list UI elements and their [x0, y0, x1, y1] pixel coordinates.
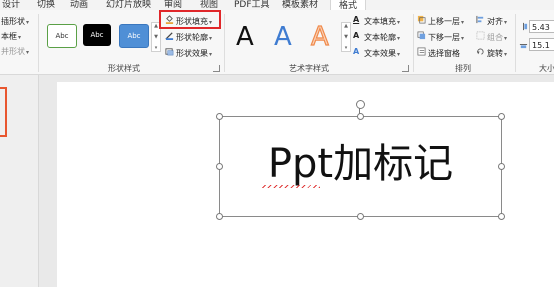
- tab-slideshow[interactable]: 幻灯片放映: [106, 0, 151, 10]
- rotate-icon: [476, 48, 484, 55]
- group-button[interactable]: 组合▾: [487, 32, 507, 43]
- resize-handle-top-left[interactable]: [216, 113, 223, 120]
- height-input[interactable]: 5.43: [529, 20, 554, 33]
- tab-format[interactable]: 格式: [330, 0, 367, 10]
- shape-style-blue[interactable]: Abc: [119, 24, 149, 48]
- resize-handle-bottom-left[interactable]: [216, 213, 223, 220]
- text-box-content[interactable]: Ppt加标记: [219, 140, 502, 188]
- wordart-style-orange[interactable]: A: [310, 23, 329, 50]
- resize-handle-top[interactable]: [357, 113, 364, 120]
- wordart-style-blue[interactable]: A: [274, 24, 292, 50]
- group-separator: [38, 14, 39, 72]
- selection-pane-button[interactable]: 选择窗格: [428, 48, 460, 59]
- wordart-styles-group-label: 艺术字样式: [289, 64, 329, 73]
- shape-effects-icon: [165, 48, 174, 56]
- shape-styles-group-label: 形状样式: [108, 64, 140, 73]
- ribbon-tabs: 设计 切换 动画 幻灯片放映 审阅 视图 PDF工具 模板素材 格式: [0, 0, 554, 10]
- shape-style-black[interactable]: Abc: [83, 24, 111, 46]
- text-effects-button[interactable]: 文本效果▾: [364, 48, 400, 59]
- wordart-style-black[interactable]: A: [236, 24, 254, 50]
- slide-thumbnail-pane[interactable]: [0, 75, 39, 287]
- bring-forward-button[interactable]: 上移一层▾: [428, 16, 464, 27]
- shape-fill-highlight-box: [159, 10, 221, 29]
- group-separator: [224, 14, 225, 72]
- align-button[interactable]: 对齐▾: [487, 16, 507, 27]
- tab-templates[interactable]: 模板素材: [282, 0, 318, 10]
- tab-transitions[interactable]: 切换: [37, 0, 55, 10]
- selection-pane-icon: [417, 47, 426, 56]
- rotate-handle[interactable]: [356, 100, 365, 109]
- ribbon: 插形状▾ 本框▾ 并形状▾ Abc Abc Abc ▲ ▼ ▾ 形状填充▾ 形状轮廓…: [0, 10, 554, 75]
- arrange-group-label: 排列: [455, 64, 471, 73]
- group-separator: [413, 14, 414, 72]
- tab-review[interactable]: 审阅: [164, 0, 182, 10]
- shape-style-white[interactable]: Abc: [47, 24, 77, 48]
- tab-design[interactable]: 设计: [2, 0, 20, 10]
- send-backward-icon: [417, 31, 426, 40]
- resize-handle-bottom-right[interactable]: [498, 213, 505, 220]
- text-outline-button[interactable]: 文本轮廓▾: [364, 32, 400, 43]
- size-group-label: 大小: [539, 64, 554, 73]
- text-fill-icon: A: [353, 15, 360, 24]
- wordart-gallery-scroll[interactable]: ▲ ▼ ▾: [341, 22, 351, 52]
- bring-forward-icon: [417, 15, 426, 24]
- merge-shapes-button[interactable]: 并形状▾: [1, 46, 29, 57]
- group-icon: [476, 31, 485, 40]
- tab-view[interactable]: 视图: [200, 0, 218, 10]
- rotate-button[interactable]: 旋转▾: [487, 48, 507, 59]
- slide-thumbnail-selected[interactable]: [0, 87, 7, 137]
- spellcheck-underline: [262, 185, 320, 188]
- send-backward-button[interactable]: 下移一层▾: [428, 32, 464, 43]
- tab-animations[interactable]: 动画: [70, 0, 88, 10]
- resize-handle-top-right[interactable]: [498, 113, 505, 120]
- resize-handle-bottom[interactable]: [357, 213, 364, 220]
- width-icon: [519, 44, 528, 49]
- tab-pdf-tools[interactable]: PDF工具: [234, 0, 270, 10]
- height-icon: [523, 22, 528, 31]
- text-outline-icon: A: [353, 31, 360, 40]
- group-separator: [515, 14, 516, 72]
- shape-outline-button[interactable]: 形状轮廓▾: [176, 32, 212, 43]
- shape-styles-launcher-icon[interactable]: [213, 65, 220, 72]
- insert-shape-button[interactable]: 插形状▾: [1, 16, 29, 27]
- align-icon: [476, 15, 484, 24]
- text-effects-icon: A: [353, 47, 360, 56]
- wordart-styles-launcher-icon[interactable]: [402, 65, 409, 72]
- shape-effects-button[interactable]: 形状效果▾: [176, 48, 212, 59]
- pen-icon: [165, 32, 174, 40]
- width-input[interactable]: 15.1: [529, 38, 554, 51]
- text-fill-button[interactable]: 文本填充▾: [364, 16, 400, 27]
- textbox-button[interactable]: 本框▾: [1, 31, 21, 42]
